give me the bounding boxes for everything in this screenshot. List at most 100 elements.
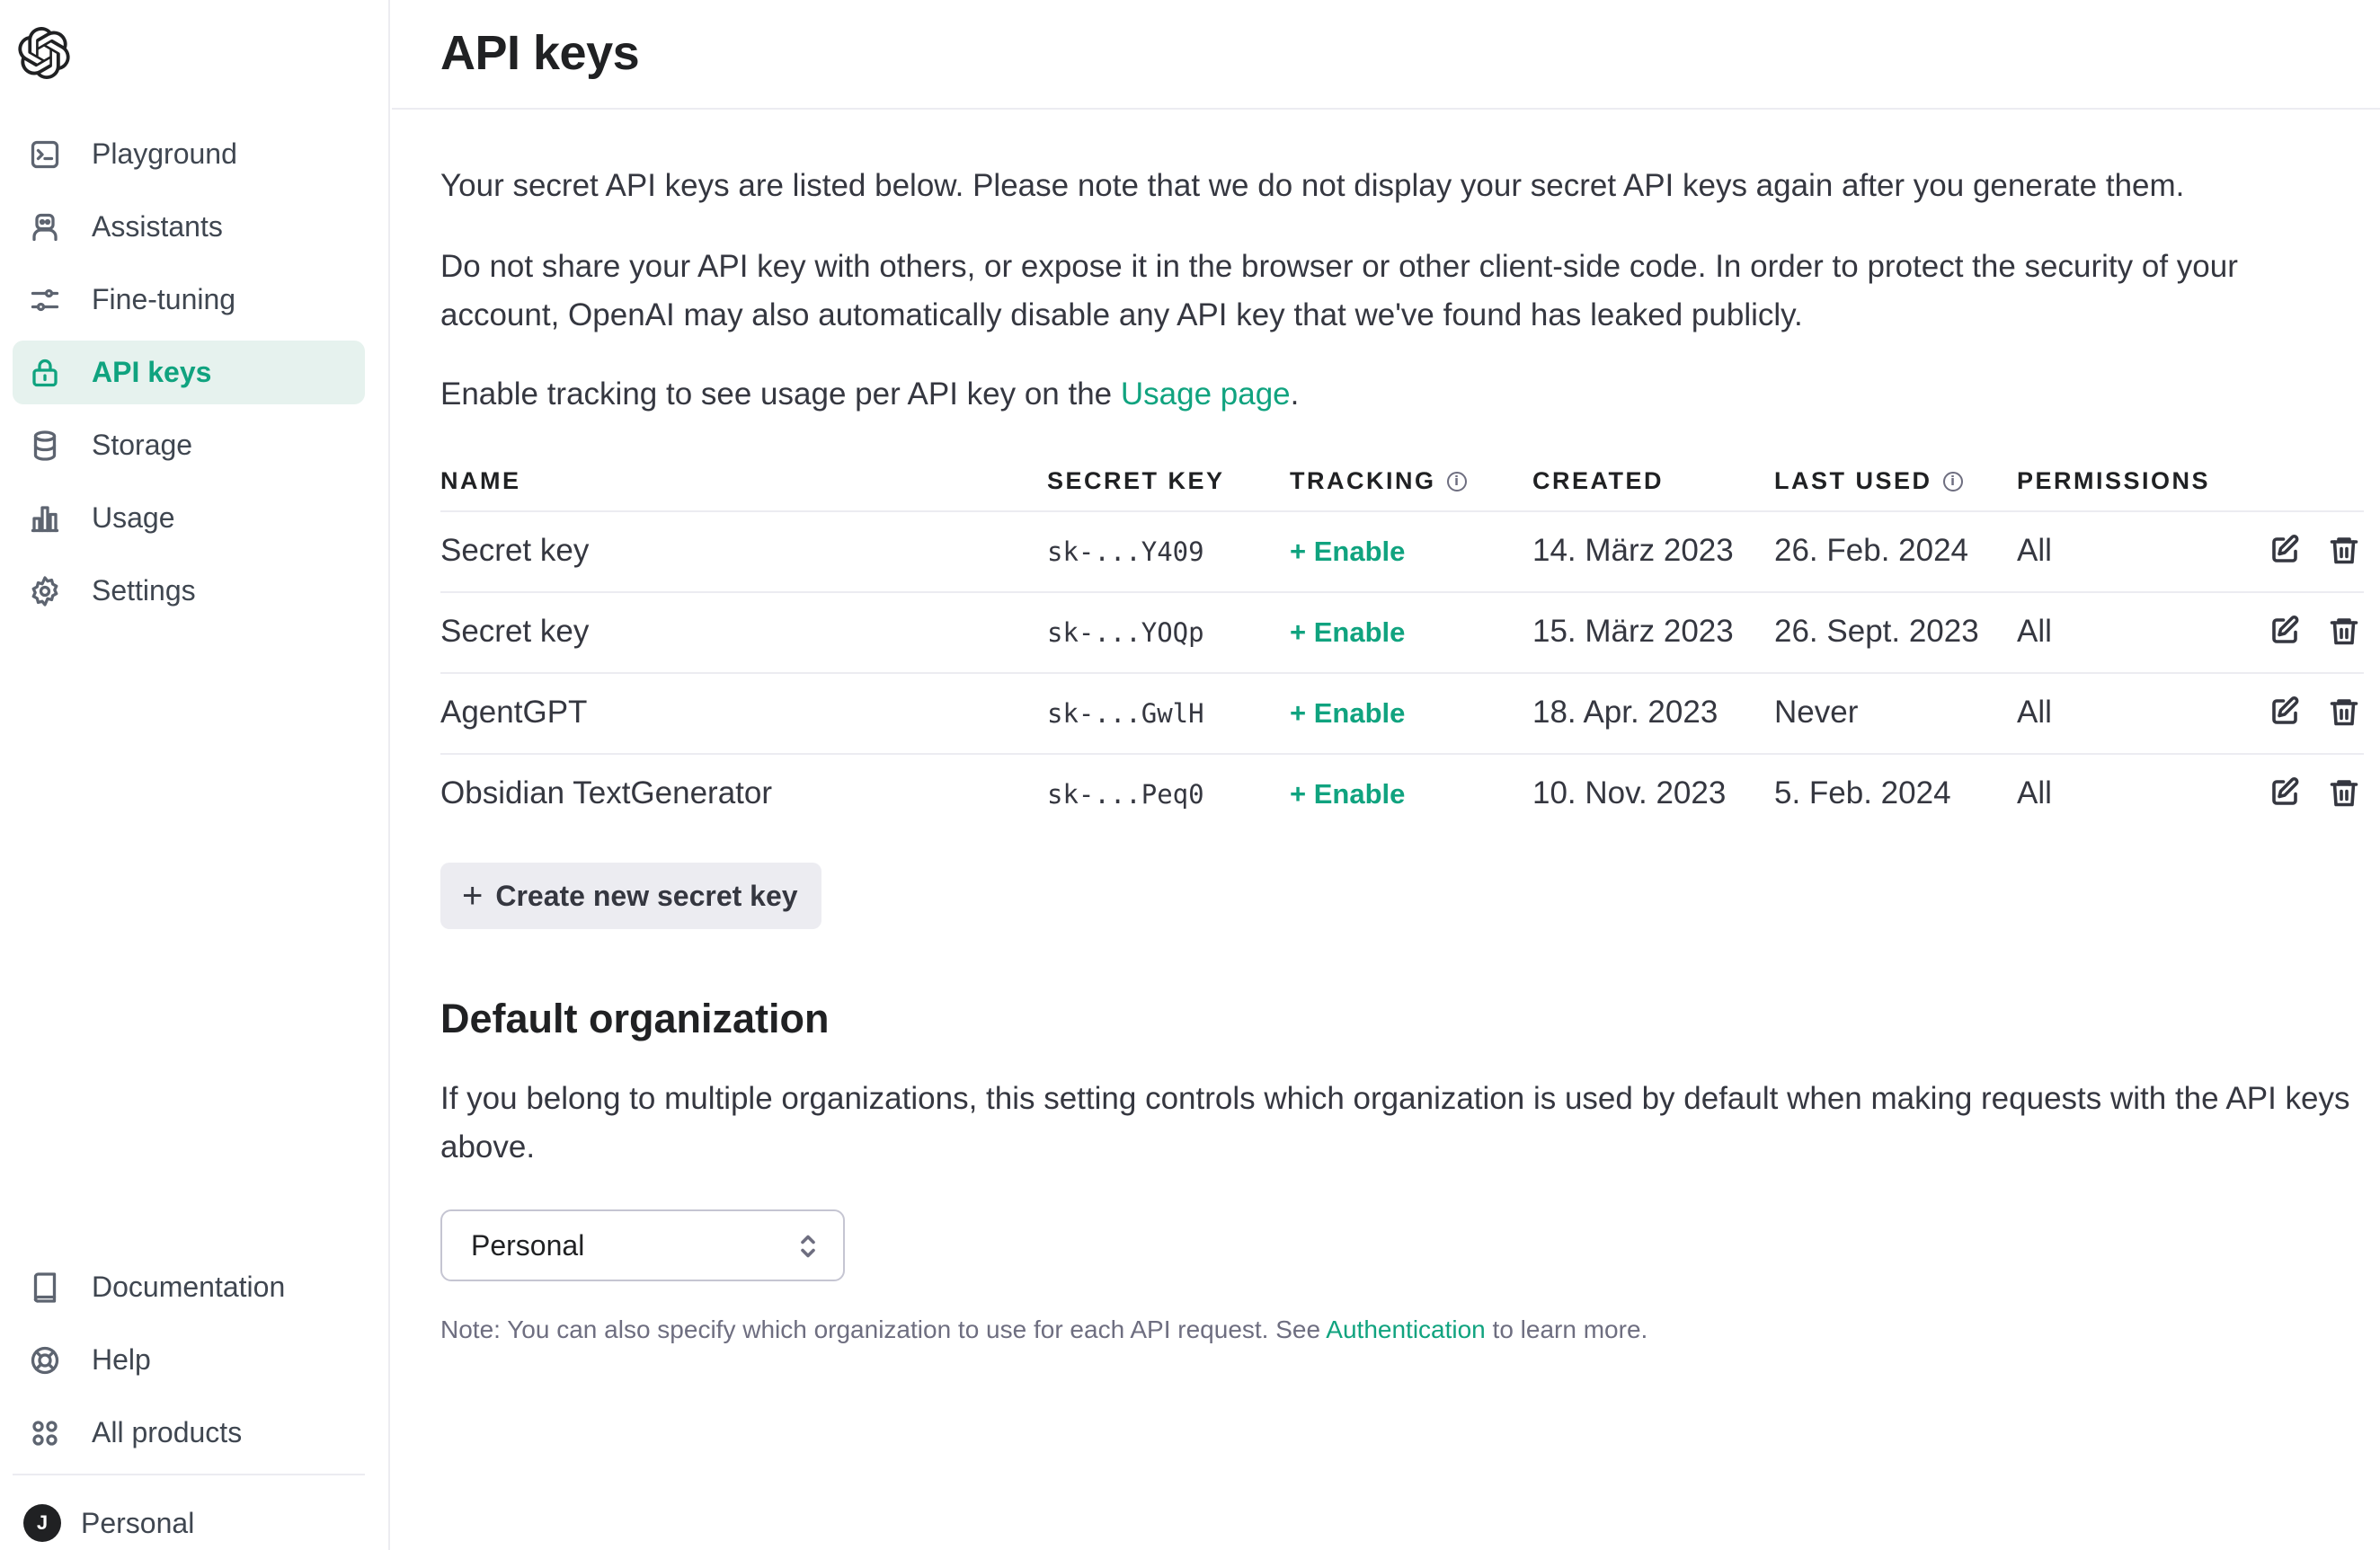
permissions-value: All (2017, 614, 2052, 649)
created-date: 18. Apr. 2023 (1532, 695, 1718, 730)
permissions-value: All (2017, 533, 2052, 568)
column-header-last-used-label: LAST USED (1774, 467, 1932, 494)
sidebar-item-storage[interactable]: Storage (13, 413, 365, 477)
key-name: Secret key (440, 614, 590, 649)
usage-page-link[interactable]: Usage page (1121, 376, 1291, 412)
security-warning-text: Do not share your API key with others, o… (440, 249, 2238, 332)
plus-icon: + (462, 876, 484, 916)
sidebar-item-label: All products (92, 1416, 243, 1448)
openai-logo-icon[interactable] (18, 27, 70, 80)
sidebar-item-label: API keys (92, 356, 212, 388)
bar-chart-icon (27, 500, 63, 536)
created-date: 14. März 2023 (1532, 533, 1734, 568)
edit-icon[interactable] (2265, 773, 2305, 812)
gear-icon (27, 573, 63, 609)
table-row: Obsidian TextGenerator sk-...Peq0 + Enab… (440, 755, 2364, 836)
lifebuoy-icon (27, 1342, 63, 1378)
key-name: Obsidian TextGenerator (440, 775, 773, 810)
table-row: Secret key sk-...Y409 + Enable 14. März … (440, 512, 2364, 593)
last-used-date: 26. Feb. 2024 (1774, 533, 1968, 568)
edit-icon[interactable] (2265, 611, 2305, 651)
robot-icon (27, 209, 63, 245)
api-keys-table: NAME SECRET KEY TRACKING i CREATED LAST U… (440, 456, 2364, 836)
sidebar-item-label: Documentation (92, 1271, 286, 1303)
note-prefix: Note: You can also specify which organiz… (440, 1315, 1327, 1343)
sidebar-item-documentation[interactable]: Documentation (13, 1255, 365, 1319)
secret-key-value: sk-...YOQp (1047, 617, 1204, 648)
last-used-date: 5. Feb. 2024 (1774, 775, 1951, 810)
default-organization-description: If you belong to multiple organizations,… (440, 1081, 2350, 1165)
table-row: Secret key sk-...YOQp + Enable 15. März … (440, 593, 2364, 674)
sidebar: Playground Assistants Fine-tuning API ke… (0, 0, 390, 1550)
column-header-permissions: PERMISSIONS (2017, 467, 2211, 494)
terminal-icon (27, 137, 63, 173)
row-actions (2265, 773, 2364, 812)
trash-icon[interactable] (2324, 611, 2364, 651)
column-header-secret-key: SECRET KEY (1047, 467, 1225, 494)
key-name: AgentGPT (440, 695, 588, 730)
tracking-text-suffix: . (1290, 376, 1300, 412)
row-actions (2265, 692, 2364, 731)
sidebar-item-label: Storage (92, 429, 193, 461)
sidebar-item-usage[interactable]: Usage (13, 486, 365, 550)
row-actions (2265, 611, 2364, 651)
enable-tracking-button[interactable]: + Enable (1290, 697, 1405, 730)
sidebar-item-label: Playground (92, 137, 237, 170)
page-title: API keys (440, 26, 640, 80)
sidebar-bottom-nav: Documentation Help All products (13, 1255, 365, 1474)
sidebar-nav: Playground Assistants Fine-tuning API ke… (13, 122, 365, 632)
sidebar-item-api-keys[interactable]: API keys (13, 341, 365, 404)
sidebar-item-label: Assistants (92, 210, 223, 243)
edit-icon[interactable] (2265, 530, 2305, 570)
sidebar-item-help[interactable]: Help (13, 1328, 365, 1392)
sidebar-item-settings[interactable]: Settings (13, 559, 365, 623)
page-header: API keys (392, 0, 2380, 110)
column-header-tracking: TRACKING i (1290, 467, 1467, 495)
enable-tracking-button[interactable]: + Enable (1290, 616, 1405, 649)
sidebar-item-assistants[interactable]: Assistants (13, 195, 365, 259)
organization-switcher[interactable]: J Personal (23, 1504, 194, 1542)
organization-select-value: Personal (471, 1228, 585, 1262)
permissions-value: All (2017, 775, 2052, 810)
create-secret-key-button[interactable]: + Create new secret key (440, 863, 821, 929)
sidebar-item-fine-tuning[interactable]: Fine-tuning (13, 268, 365, 332)
sidebar-item-label: Help (92, 1343, 151, 1376)
key-name: Secret key (440, 533, 590, 568)
grid-icon (27, 1415, 63, 1451)
sidebar-item-label: Usage (92, 501, 175, 534)
sliders-icon (27, 282, 63, 318)
create-secret-key-label: Create new secret key (495, 879, 798, 912)
info-icon[interactable]: i (1446, 471, 1467, 492)
database-icon (27, 428, 63, 464)
note-suffix: to learn more. (1485, 1315, 1648, 1343)
secret-key-value: sk-...Peq0 (1047, 779, 1204, 810)
authentication-link[interactable]: Authentication (1326, 1315, 1485, 1343)
sidebar-item-playground[interactable]: Playground (13, 122, 365, 186)
enable-tracking-button[interactable]: + Enable (1290, 778, 1405, 810)
secret-key-value: sk-...GwlH (1047, 698, 1204, 729)
permissions-value: All (2017, 695, 2052, 730)
sidebar-item-label: Fine-tuning (92, 283, 236, 315)
book-icon (27, 1270, 63, 1306)
table-row: AgentGPT sk-...GwlH + Enable 18. Apr. 20… (440, 674, 2364, 755)
sidebar-item-all-products[interactable]: All products (13, 1401, 365, 1465)
tracking-text-prefix: Enable tracking to see usage per API key… (440, 376, 1121, 412)
trash-icon[interactable] (2324, 773, 2364, 812)
edit-icon[interactable] (2265, 692, 2305, 731)
last-used-date: Never (1774, 695, 1859, 730)
tracking-text: Enable tracking to see usage per API key… (440, 370, 2364, 419)
trash-icon[interactable] (2324, 530, 2364, 570)
lock-icon (27, 355, 63, 391)
info-icon[interactable]: i (1942, 471, 1963, 492)
chevron-up-down-icon (800, 1233, 816, 1260)
secret-key-value: sk-...Y409 (1047, 536, 1204, 567)
enable-tracking-button[interactable]: + Enable (1290, 536, 1405, 568)
avatar: J (23, 1504, 61, 1542)
sidebar-divider (13, 1474, 365, 1475)
last-used-date: 26. Sept. 2023 (1774, 614, 1979, 649)
organization-select[interactable]: Personal (440, 1209, 845, 1281)
trash-icon[interactable] (2324, 692, 2364, 731)
sidebar-item-label: Settings (92, 574, 196, 607)
column-header-created: CREATED (1532, 467, 1665, 494)
column-header-tracking-label: TRACKING (1290, 467, 1436, 494)
